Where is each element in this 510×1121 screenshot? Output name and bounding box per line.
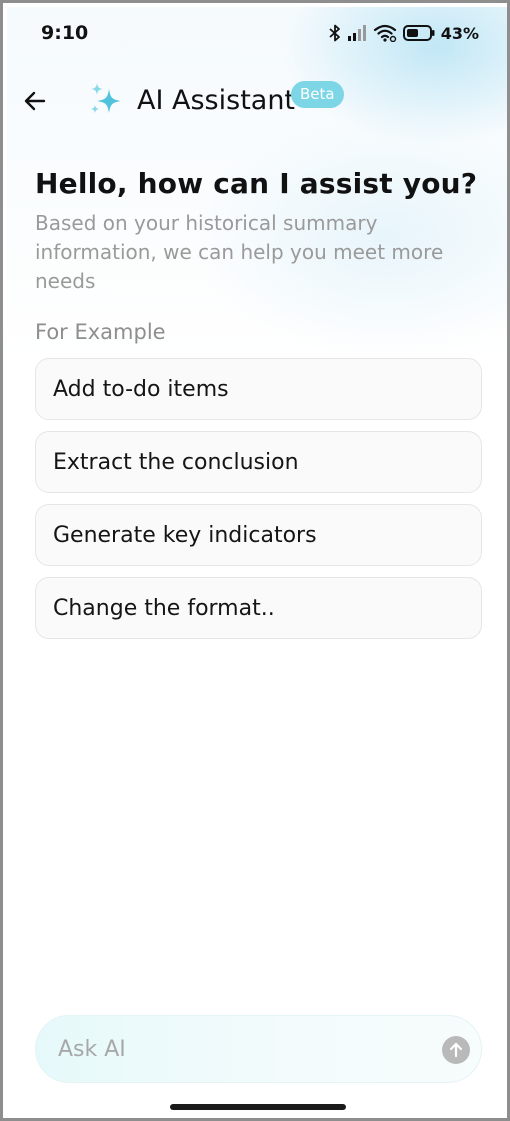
status-icons: 43%: [329, 22, 479, 44]
back-button[interactable]: [21, 87, 49, 115]
sparkle-icon: [91, 83, 121, 113]
arrow-left-icon: [24, 91, 46, 111]
page-title: AI Assistant: [137, 85, 296, 116]
signal-icon: [347, 25, 366, 41]
greeting-subtitle: Based on your historical summary informa…: [35, 211, 444, 293]
suggestion-extract-conclusion[interactable]: Extract the conclusion: [35, 431, 482, 493]
battery-icon: [402, 25, 435, 41]
home-indicator[interactable]: [170, 1104, 346, 1110]
status-bar: 9:10 43%: [7, 7, 507, 59]
send-button[interactable]: [442, 1036, 470, 1064]
wifi-icon: [373, 24, 396, 42]
greeting-heading: Hello, how can I assist you?: [35, 167, 478, 200]
suggestion-generate-key-indicators[interactable]: Generate key indicators: [35, 504, 482, 566]
beta-badge: Beta: [291, 81, 344, 108]
phone-frame: 9:10 43% AI Assistant Beta Hello, how ca…: [0, 0, 510, 1121]
bluetooth-icon: [329, 24, 340, 42]
suggestion-list: Add to-do items Extract the conclusion G…: [35, 358, 482, 650]
app-screen: 9:10 43% AI Assistant Beta Hello, how ca…: [7, 7, 507, 1118]
suggestion-change-format[interactable]: Change the format..: [35, 577, 482, 639]
ask-ai-input[interactable]: [58, 1016, 428, 1082]
examples-label: For Example: [35, 320, 166, 344]
status-time: 9:10: [41, 22, 89, 44]
arrow-up-icon: [449, 1042, 463, 1058]
app-header: AI Assistant Beta: [7, 77, 507, 125]
battery-percent: 43%: [440, 23, 479, 43]
ask-ai-bar: [35, 1015, 482, 1083]
suggestion-add-todo-items[interactable]: Add to-do items: [35, 358, 482, 420]
